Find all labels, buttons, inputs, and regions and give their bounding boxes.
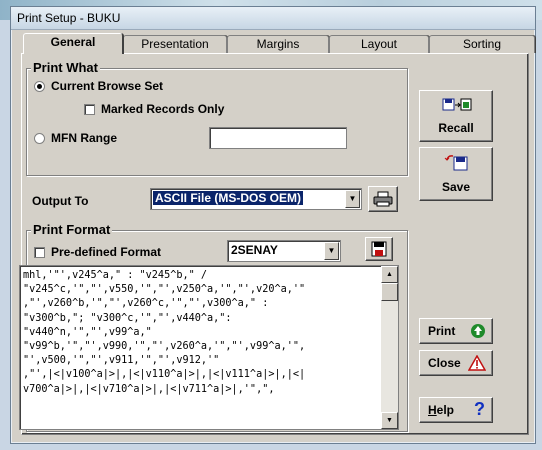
print-button[interactable]: Print <box>419 318 493 344</box>
tab-margins[interactable]: Margins <box>227 35 329 53</box>
format-select[interactable]: 2SENAY ▼ <box>227 240 341 262</box>
format-code-line: ,"',v260^b,'","',v260^c,'","',v300^a," : <box>23 298 269 310</box>
save-button[interactable]: Save <box>419 147 493 201</box>
output-to-label: Output To <box>32 194 89 208</box>
title-bar[interactable]: Print Setup - BUKU <box>11 7 535 30</box>
format-code-line: v700^a|>|,|<|v710^a|>|,|<|v711^a|>|,'","… <box>23 383 275 395</box>
scroll-down-button[interactable]: ▼ <box>381 412 398 429</box>
window-title: Print Setup - BUKU <box>17 11 121 25</box>
marked-records-only-checkbox[interactable] <box>84 104 95 115</box>
floppy-disk-icon <box>371 241 387 257</box>
close-label: Close <box>428 356 461 370</box>
recall-icon <box>442 98 472 111</box>
help-label: Help <box>428 403 454 417</box>
predefined-format-label: Pre-defined Format <box>51 245 162 259</box>
scroll-thumb[interactable] <box>381 283 398 301</box>
predefined-format-checkbox[interactable] <box>34 247 45 258</box>
print-setup-dialog: Print Setup - BUKU General Presentation … <box>10 6 536 444</box>
format-code-line: "v99^b,'","',v990,'","',v260^a,'","',v99… <box>23 341 306 353</box>
warning-icon <box>468 355 486 371</box>
format-code-line: "v245^c,'","',v550,'","',v250^a,'","',v2… <box>23 284 306 296</box>
print-what-group: Print What Current Browse Set Marked Rec… <box>26 60 408 176</box>
format-code-line: "',v500,'","',v911,'","',v912,'" <box>23 355 220 367</box>
chevron-down-icon[interactable]: ▼ <box>345 190 360 208</box>
print-label: Print <box>428 324 456 338</box>
mfn-range-input[interactable] <box>209 127 347 149</box>
tab-general[interactable]: General <box>23 33 123 54</box>
format-code-editor[interactable]: mhl,'"',v245^a," : "v245^b," / "v245^c,'"… <box>19 265 399 430</box>
save-format-button[interactable] <box>365 237 393 261</box>
arrow-up-circle-icon <box>471 324 485 338</box>
help-button[interactable]: Help ? <box>419 397 493 423</box>
format-code-line: "v440^n,'","',v99^a," <box>23 326 152 338</box>
tab-presentation[interactable]: Presentation <box>123 35 227 53</box>
tab-presentation-label: Presentation <box>141 37 209 51</box>
help-label-rest: elp <box>436 403 455 417</box>
scroll-up-button[interactable]: ▲ <box>381 266 398 283</box>
close-button[interactable]: Close <box>419 350 493 376</box>
chevron-down-icon[interactable]: ▼ <box>324 242 339 260</box>
mfn-range-radio[interactable] <box>34 133 45 144</box>
format-code-line: ,"',|<|v100^a|>|,|<|v110^a|>|,|<|v111^a|… <box>23 369 306 381</box>
help-accelerator: H <box>428 403 437 417</box>
tab-sorting-label: Sorting <box>462 37 502 51</box>
format-code-text: mhl,'"',v245^a," : "v245^b," / "v245^c,'"… <box>23 269 381 397</box>
recall-label: Recall <box>438 121 474 135</box>
save-icon <box>444 155 468 171</box>
printer-button[interactable] <box>368 186 398 212</box>
question-mark-icon: ? <box>474 399 485 419</box>
tab-layout-label: Layout <box>360 37 398 51</box>
output-to-select[interactable]: ASCII File (MS-DOS OEM) ▼ <box>150 188 362 210</box>
marked-records-only-label: Marked Records Only <box>101 102 225 116</box>
format-code-line: mhl,'"',v245^a," : "v245^b," / <box>23 270 208 281</box>
current-browse-set-label: Current Browse Set <box>51 79 164 93</box>
tab-sorting[interactable]: Sorting <box>429 35 535 53</box>
format-code-line: "v300^b,"; "v300^c,'","',v440^a,": <box>23 312 232 324</box>
print-format-title: Print Format <box>31 222 113 237</box>
recall-button[interactable]: Recall <box>419 90 493 142</box>
vertical-scrollbar[interactable]: ▲ ▼ <box>381 266 398 429</box>
format-value: 2SENAY <box>231 243 278 257</box>
output-to-value: ASCII File (MS-DOS OEM) <box>153 191 304 205</box>
tab-margins-label: Margins <box>256 37 300 51</box>
current-browse-set-radio[interactable] <box>34 81 45 92</box>
print-what-title: Print What <box>31 60 100 75</box>
printer-icon <box>373 191 393 207</box>
tab-general-label: General <box>50 35 96 49</box>
mfn-range-label: MFN Range <box>51 131 117 145</box>
tab-layout[interactable]: Layout <box>329 35 429 53</box>
save-label: Save <box>441 180 471 194</box>
